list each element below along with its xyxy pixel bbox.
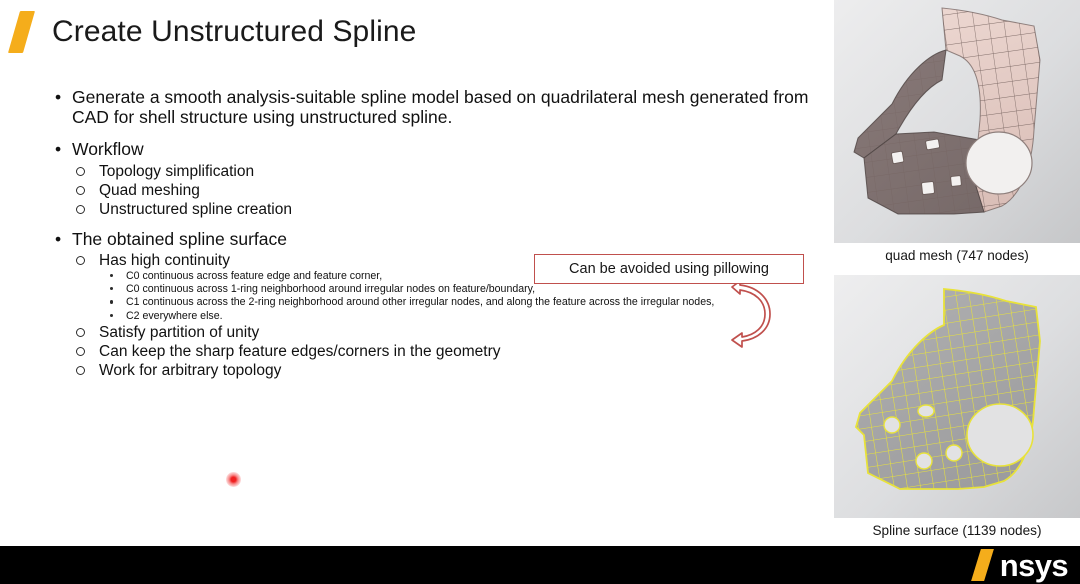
sub-bullet-label: Can keep the sharp feature edges/corners… xyxy=(99,342,501,360)
detail-label: C0 continuous across 1-ring neighborhood… xyxy=(126,283,536,296)
figure-panel: quad mesh (747 nodes) Spline surface (11… xyxy=(834,0,1080,545)
dot-bullet-icon xyxy=(110,287,114,291)
circle-bullet-icon xyxy=(76,204,85,214)
dot-bullet-icon xyxy=(110,300,114,304)
spacer xyxy=(52,129,812,140)
sub-bullet-unstructured-spline-creation: Unstructured spline creation xyxy=(52,200,812,219)
slide-body: • Generate a smooth analysis-suitable sp… xyxy=(52,87,812,380)
detail-label: C2 everywhere else. xyxy=(126,309,223,322)
footer-bar xyxy=(0,546,1080,584)
dot-bullet-icon xyxy=(110,274,114,278)
sub-bullet-arbitrary-topology: Work for arbitrary topology xyxy=(52,361,812,380)
detail-label: C1 continuous across the 2-ring neighbor… xyxy=(126,296,715,309)
bullet-generate-text: Generate a smooth analysis-suitable spli… xyxy=(72,87,809,127)
sub-bullet-partition-of-unity: Satisfy partition of unity xyxy=(52,323,812,342)
bullet-workflow: • Workflow xyxy=(52,139,812,160)
curved-arrow-icon xyxy=(712,280,784,349)
spacer xyxy=(52,219,812,230)
dot-bullet-icon xyxy=(110,313,114,317)
ansys-logo: nsys xyxy=(972,547,1069,583)
slide-canvas: Create Unstructured Spline • Generate a … xyxy=(0,0,1080,584)
workflow-sublist: Topology simplification Quad meshing Uns… xyxy=(52,162,812,219)
ansys-logo-word: nsys xyxy=(999,547,1069,583)
figure-quad-mesh xyxy=(834,0,1080,243)
sub-bullet-label: Work for arbitrary topology xyxy=(99,361,282,379)
bullet-marker-icon: • xyxy=(55,139,62,159)
figure-caption-spline-surface: Spline surface (1139 nodes) xyxy=(872,523,1042,538)
circle-bullet-icon xyxy=(76,256,85,265)
figure-caption-quad-mesh: quad mesh (747 nodes) xyxy=(885,248,1029,263)
figure-spline-surface xyxy=(834,275,1080,518)
bullet-obtained-spline-surface: • The obtained spline surface xyxy=(52,228,812,250)
circle-bullet-icon xyxy=(76,327,85,337)
page-title: Create Unstructured Spline xyxy=(52,15,417,48)
bullet-marker-icon: • xyxy=(55,228,62,249)
sub-bullet-label: Quad meshing xyxy=(99,181,200,199)
bullet-workflow-text: Workflow xyxy=(72,139,144,159)
callout-pillowing-box: Can be avoided using pillowing xyxy=(534,254,804,284)
callout-text: Can be avoided using pillowing xyxy=(569,261,769,277)
laser-pointer-dot-icon xyxy=(226,472,241,487)
sub-bullet-topology-simplification: Topology simplification xyxy=(52,162,812,181)
sub-bullet-label: Unstructured spline creation xyxy=(99,200,292,218)
sub-bullet-label: Topology simplification xyxy=(99,162,255,180)
ansys-logo-slash-icon xyxy=(972,548,1002,582)
sub-bullet-quad-meshing: Quad meshing xyxy=(52,181,812,200)
circle-bullet-icon xyxy=(76,365,85,375)
bullet-list-level1: • Generate a smooth analysis-suitable sp… xyxy=(52,87,812,380)
bullet-obtained-spline-surface-text: The obtained spline surface xyxy=(72,228,287,249)
bullet-generate: • Generate a smooth analysis-suitable sp… xyxy=(52,87,812,127)
circle-bullet-icon xyxy=(76,166,85,176)
sub-bullet-label: Satisfy partition of unity xyxy=(99,323,260,341)
bullet-marker-icon: • xyxy=(55,87,62,107)
circle-bullet-icon xyxy=(76,346,85,356)
detail-c0-1ring: C0 continuous across 1-ring neighborhood… xyxy=(52,283,812,296)
sub-bullet-sharp-feature-edges: Can keep the sharp feature edges/corners… xyxy=(52,342,812,361)
slide-title-row: Create Unstructured Spline xyxy=(0,6,416,58)
title-accent-slash-icon xyxy=(8,9,42,55)
sub-bullet-label: Has high continuity xyxy=(99,252,230,269)
circle-bullet-icon xyxy=(76,185,85,195)
detail-c2-everywhere: C2 everywhere else. xyxy=(52,310,812,323)
detail-c1-2ring: C1 continuous across the 2-ring neighbor… xyxy=(52,296,812,309)
